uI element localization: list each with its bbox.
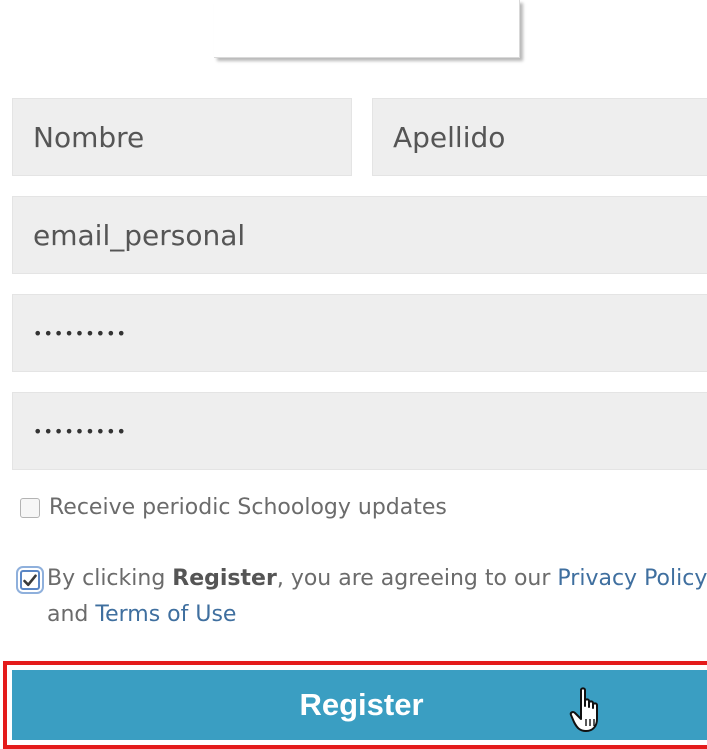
register-button[interactable]: Register [12,670,707,740]
terms-and: and [47,602,96,627]
email-input[interactable] [12,196,707,274]
password-input[interactable] [12,294,707,372]
first-name-input[interactable] [12,98,352,176]
terms-option: By clicking Register, you are agreeing t… [16,566,707,633]
terms-prefix: By clicking [47,566,173,591]
last-name-input[interactable] [372,98,707,176]
confirm-password-input[interactable] [12,392,707,470]
terms-text: By clicking Register, you are agreeing t… [47,561,707,633]
privacy-policy-link[interactable]: Privacy Policy [557,566,707,591]
updates-label: Receive periodic Schoology updates [49,495,447,520]
register-button-label: Register [299,687,424,722]
terms-of-use-link[interactable]: Terms of Use [95,602,236,627]
updates-option: Receive periodic Schoology updates [20,495,447,520]
terms-middle: , you are agreeing to our [276,566,558,591]
check-icon [23,574,37,586]
top-card [214,0,520,58]
updates-checkbox[interactable] [20,498,40,518]
terms-checkbox[interactable] [16,566,44,594]
terms-register-word: Register [172,566,277,591]
